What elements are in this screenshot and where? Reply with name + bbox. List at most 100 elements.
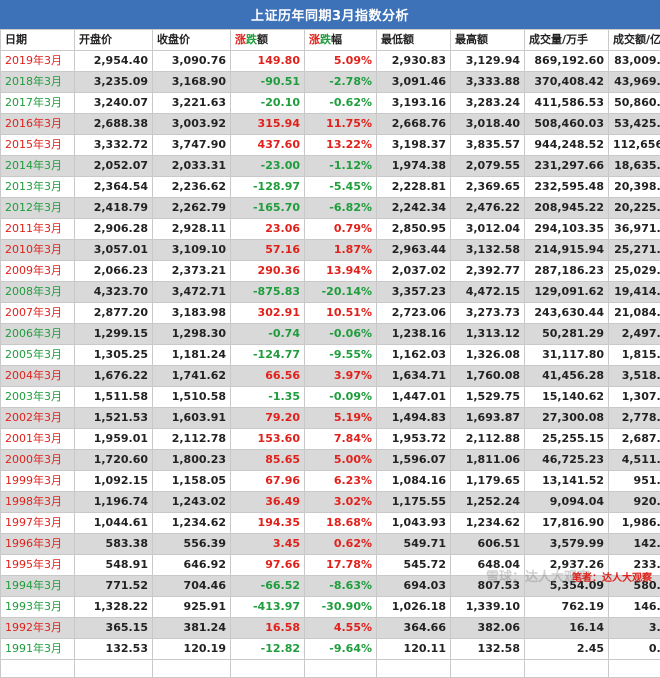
cell-chg: 67.96 xyxy=(231,471,305,492)
cell-low: 1,084.16 xyxy=(377,471,451,492)
cell-open: 4,323.70 xyxy=(75,282,153,303)
header-low: 最低额 xyxy=(377,30,451,51)
cell-open: 583.38 xyxy=(75,534,153,555)
cell-chg: 194.35 xyxy=(231,513,305,534)
cell-pct: -2.78% xyxy=(305,72,377,93)
cell-low: 1,175.55 xyxy=(377,492,451,513)
cell-vol: 508,460.03 xyxy=(525,114,609,135)
table-row: 2016年3月2,688.383,003.92315.9411.75%2,668… xyxy=(1,114,660,135)
table-row: 2014年3月2,052.072,033.31-23.00-1.12%1,974… xyxy=(1,156,660,177)
cell-chg: 79.20 xyxy=(231,408,305,429)
cell-vol: 13,141.52 xyxy=(525,471,609,492)
cell-vol: 17,816.90 xyxy=(525,513,609,534)
cell-close: 1,181.24 xyxy=(153,345,231,366)
cell-vol: 3,579.99 xyxy=(525,534,609,555)
cell-chg: -413.97 xyxy=(231,597,305,618)
cell-pct: -9.55% xyxy=(305,345,377,366)
table-row: 1998年3月1,196.741,243.0236.493.02%1,175.5… xyxy=(1,492,660,513)
cell-chg: -23.00 xyxy=(231,156,305,177)
cell-high: 2,476.22 xyxy=(451,198,525,219)
cell-high: 3,129.94 xyxy=(451,51,525,72)
cell-high: 3,835.57 xyxy=(451,135,525,156)
header-change: 涨跌额 xyxy=(231,30,305,51)
cell-high: 3,018.40 xyxy=(451,114,525,135)
cell-open: 1,092.15 xyxy=(75,471,153,492)
cell-close: 1,243.02 xyxy=(153,492,231,513)
cell-high: 1,252.24 xyxy=(451,492,525,513)
cell-date: 2008年3月 xyxy=(1,282,75,303)
cell-amt: 112,656.95 xyxy=(609,135,660,156)
cell-date: 2010年3月 xyxy=(1,240,75,261)
cell-amt: 50,860.18 xyxy=(609,93,660,114)
cell-amt: 3,518.62 xyxy=(609,366,660,387)
table-row: 2009年3月2,066.232,373.21290.3613.94%2,037… xyxy=(1,261,660,282)
table-row: 2017年3月3,240.073,221.63-20.10-0.62%3,193… xyxy=(1,93,660,114)
table-row: 1999年3月1,092.151,158.0567.966.23%1,084.1… xyxy=(1,471,660,492)
cell-close: 2,236.62 xyxy=(153,177,231,198)
cell-pct: -30.90% xyxy=(305,597,377,618)
cell-vol: 16.14 xyxy=(525,618,609,639)
header-date: 日期 xyxy=(1,30,75,51)
cell-pct: -6.82% xyxy=(305,198,377,219)
cell-open: 2,954.40 xyxy=(75,51,153,72)
cell-low: 1,043.93 xyxy=(377,513,451,534)
cell-low: 2,850.95 xyxy=(377,219,451,240)
cell-high: 1,313.12 xyxy=(451,324,525,345)
cell-chg: 149.80 xyxy=(231,51,305,72)
cell-date: 2006年3月 xyxy=(1,324,75,345)
cell-close: 704.46 xyxy=(153,576,231,597)
cell-amt: 2,687.66 xyxy=(609,429,660,450)
cell-vol: 762.19 xyxy=(525,597,609,618)
cell-chg: 66.56 xyxy=(231,366,305,387)
table-row: 2007年3月2,877.203,183.98302.9110.51%2,723… xyxy=(1,303,660,324)
cell-date: 1995年3月 xyxy=(1,555,75,576)
cell-pct: 13.94% xyxy=(305,261,377,282)
cell-pct: -9.64% xyxy=(305,639,377,660)
cell-amt: 19,414.58 xyxy=(609,282,660,303)
cell-chg: -124.77 xyxy=(231,345,305,366)
cell-date: 2001年3月 xyxy=(1,429,75,450)
cell-high: 1,529.75 xyxy=(451,387,525,408)
cell-close: 2,928.11 xyxy=(153,219,231,240)
cell-open: 3,057.01 xyxy=(75,240,153,261)
cell-amt: 83,009.07 xyxy=(609,51,660,72)
cell-close: 3,090.76 xyxy=(153,51,231,72)
cell-low: 3,193.16 xyxy=(377,93,451,114)
cell-low: 2,930.83 xyxy=(377,51,451,72)
cell-amt: 951.96 xyxy=(609,471,660,492)
cell-close: 1,234.62 xyxy=(153,513,231,534)
cell-open: 2,688.38 xyxy=(75,114,153,135)
cell-amt: 1,307.54 xyxy=(609,387,660,408)
cell-amt: 25,271.77 xyxy=(609,240,660,261)
cell-open: 1,305.25 xyxy=(75,345,153,366)
header-row: 日期 开盘价 收盘价 涨跌额 涨跌幅 最低额 最高额 成交量/万手 成交额/亿 xyxy=(1,30,660,51)
cell-open: 2,052.07 xyxy=(75,156,153,177)
cell-low: 549.71 xyxy=(377,534,451,555)
cell-pct: 10.51% xyxy=(305,303,377,324)
cell-date: 1994年3月 xyxy=(1,576,75,597)
cell-low: 1,953.72 xyxy=(377,429,451,450)
cell-high: 3,273.73 xyxy=(451,303,525,324)
cell-amt: 18,635.29 xyxy=(609,156,660,177)
cell-date: 2003年3月 xyxy=(1,387,75,408)
table-row: 2012年3月2,418.792,262.79-165.70-6.82%2,24… xyxy=(1,198,660,219)
cell-high: 3,333.88 xyxy=(451,72,525,93)
table-row: 2018年3月3,235.093,168.90-90.51-2.78%3,091… xyxy=(1,72,660,93)
cell-open: 2,906.28 xyxy=(75,219,153,240)
cell-low: 1,447.01 xyxy=(377,387,451,408)
cell-pct: 4.55% xyxy=(305,618,377,639)
cell-amt: 2,778.37 xyxy=(609,408,660,429)
cell-pct: 0.79% xyxy=(305,219,377,240)
cell-date: 1998年3月 xyxy=(1,492,75,513)
cell-low: 2,228.81 xyxy=(377,177,451,198)
cell-chg: -20.10 xyxy=(231,93,305,114)
cell-low: 545.72 xyxy=(377,555,451,576)
cell-chg: -0.74 xyxy=(231,324,305,345)
cell-vol: 214,915.94 xyxy=(525,240,609,261)
cell-vol: 231,297.66 xyxy=(525,156,609,177)
cell-chg: -128.97 xyxy=(231,177,305,198)
cell-low: 1,974.38 xyxy=(377,156,451,177)
cell-open: 365.15 xyxy=(75,618,153,639)
cell-low: 2,668.76 xyxy=(377,114,451,135)
cell-chg: 315.94 xyxy=(231,114,305,135)
